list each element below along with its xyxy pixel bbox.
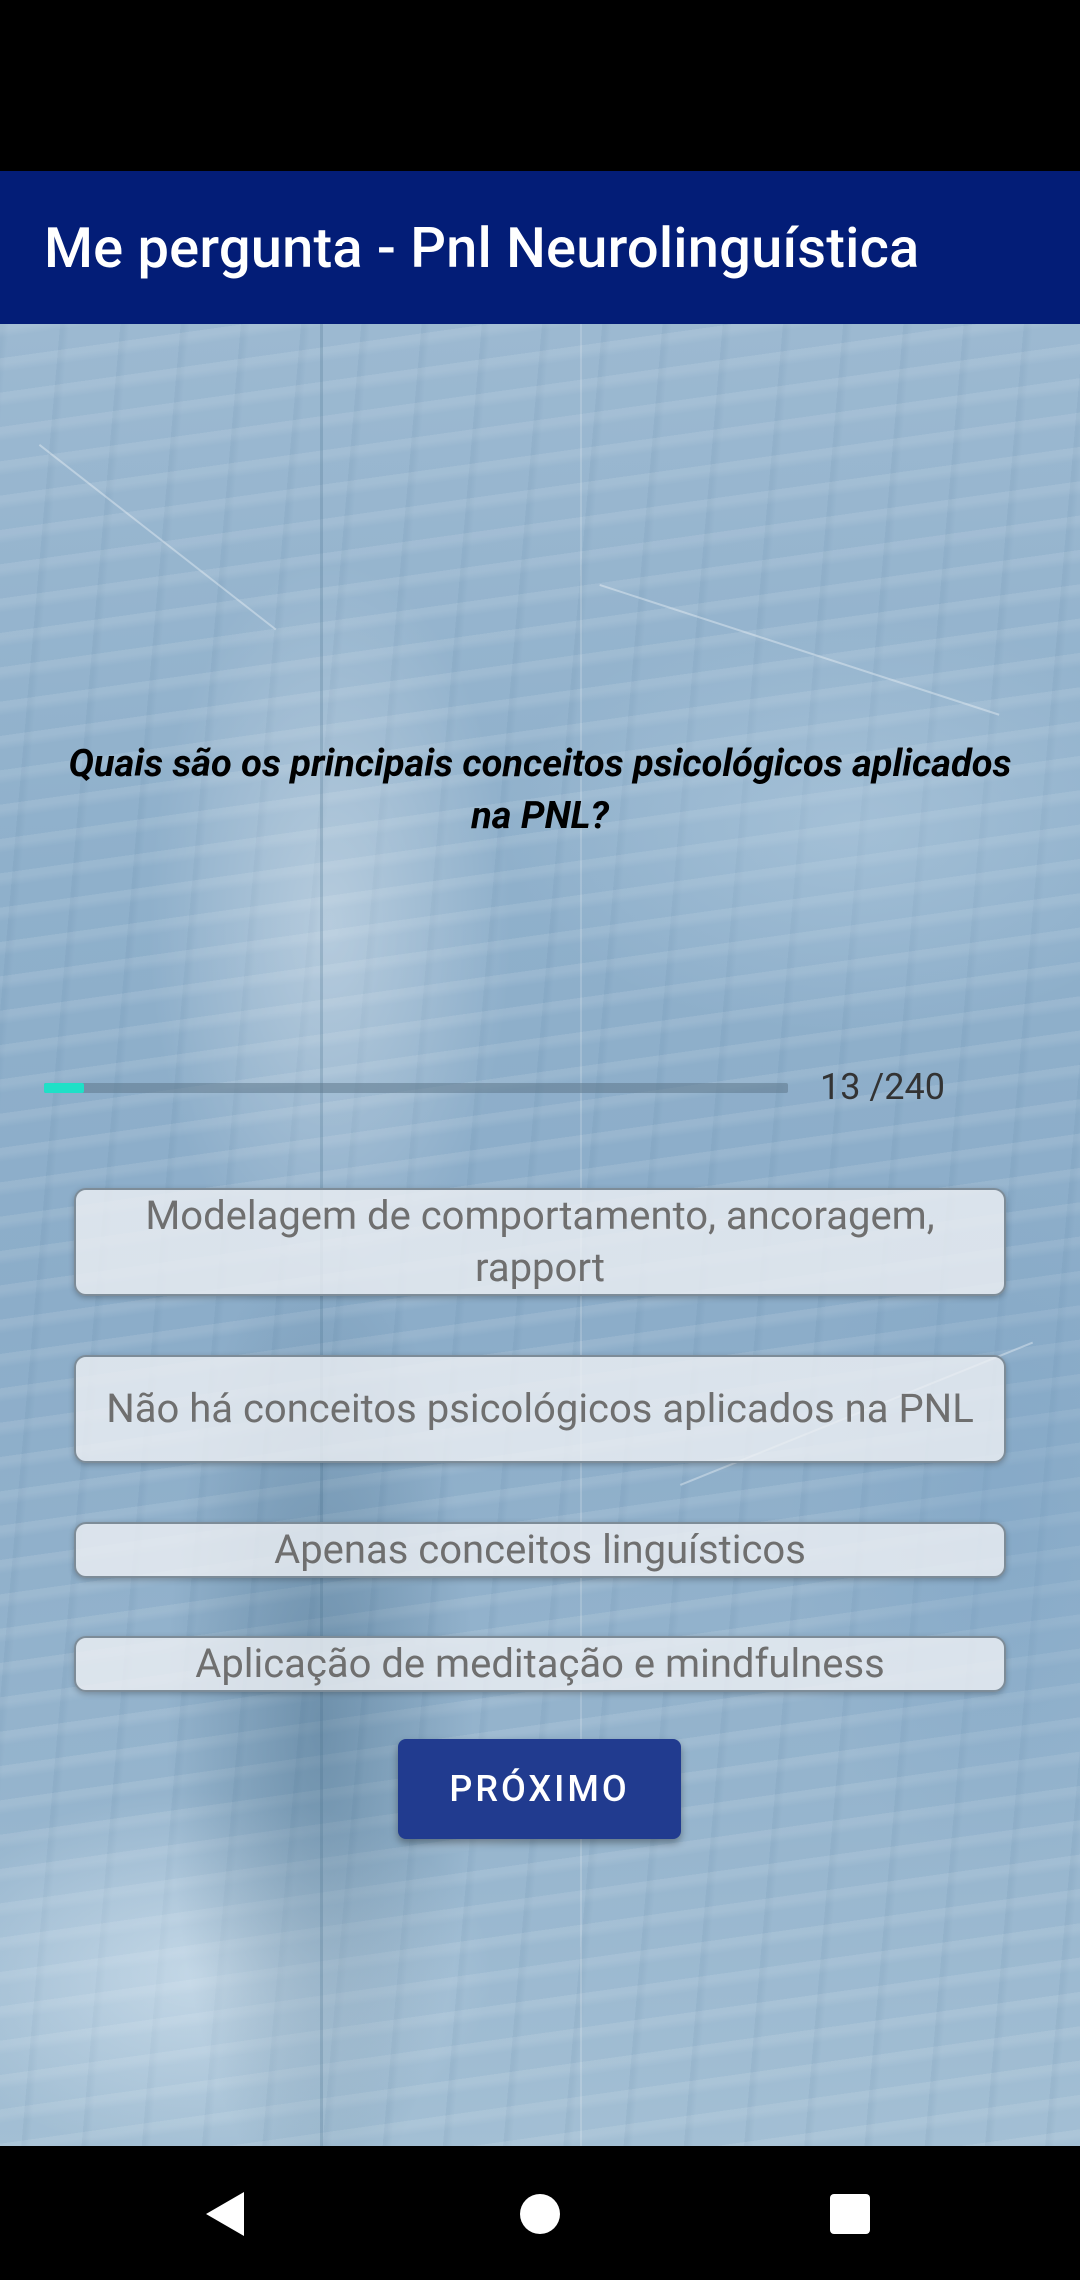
- recents-icon: [830, 2194, 870, 2234]
- answer-option-label: Não há conceitos psicológicos aplicados …: [106, 1385, 974, 1432]
- home-button[interactable]: [480, 2164, 600, 2264]
- home-icon: [520, 2194, 560, 2234]
- back-button[interactable]: [166, 2164, 286, 2264]
- back-icon: [206, 2192, 244, 2236]
- background-texture: [599, 584, 1000, 716]
- recents-button[interactable]: [790, 2164, 910, 2264]
- answer-option-2[interactable]: Não há conceitos psicológicos aplicados …: [74, 1355, 1006, 1463]
- answer-option-1[interactable]: Modelagem de comportamento, ancoragem, r…: [74, 1188, 1006, 1296]
- answer-option-label: Modelagem de comportamento, ancoragem, r…: [145, 1192, 935, 1291]
- phone-screen: Me pergunta - Pnl Neurolinguística Quais…: [0, 0, 1080, 2280]
- app-bar: Me pergunta - Pnl Neurolinguística: [0, 171, 1080, 324]
- status-bar: [0, 0, 1080, 171]
- app-title: Me pergunta - Pnl Neurolinguística: [44, 214, 920, 281]
- quiz-progress-bar: [44, 1083, 788, 1093]
- navigation-bar: [0, 2146, 1080, 2280]
- question-counter: 13 /240: [820, 1066, 945, 1108]
- answer-option-label: Apenas conceitos linguísticos: [274, 1526, 806, 1573]
- quiz-screen: Quais são os principais conceitos psicol…: [0, 324, 1080, 2146]
- answer-option-label: Aplicação de meditação e mindfulness: [195, 1640, 885, 1687]
- answer-option-4[interactable]: Aplicação de meditação e mindfulness: [74, 1636, 1006, 1692]
- answer-option-3[interactable]: Apenas conceitos linguísticos: [74, 1522, 1006, 1578]
- next-button[interactable]: PRÓXIMO: [398, 1739, 681, 1839]
- question-text: Quais são os principais conceitos psicol…: [68, 742, 1012, 838]
- quiz-progress-fill: [44, 1083, 85, 1093]
- background-texture: [38, 444, 277, 631]
